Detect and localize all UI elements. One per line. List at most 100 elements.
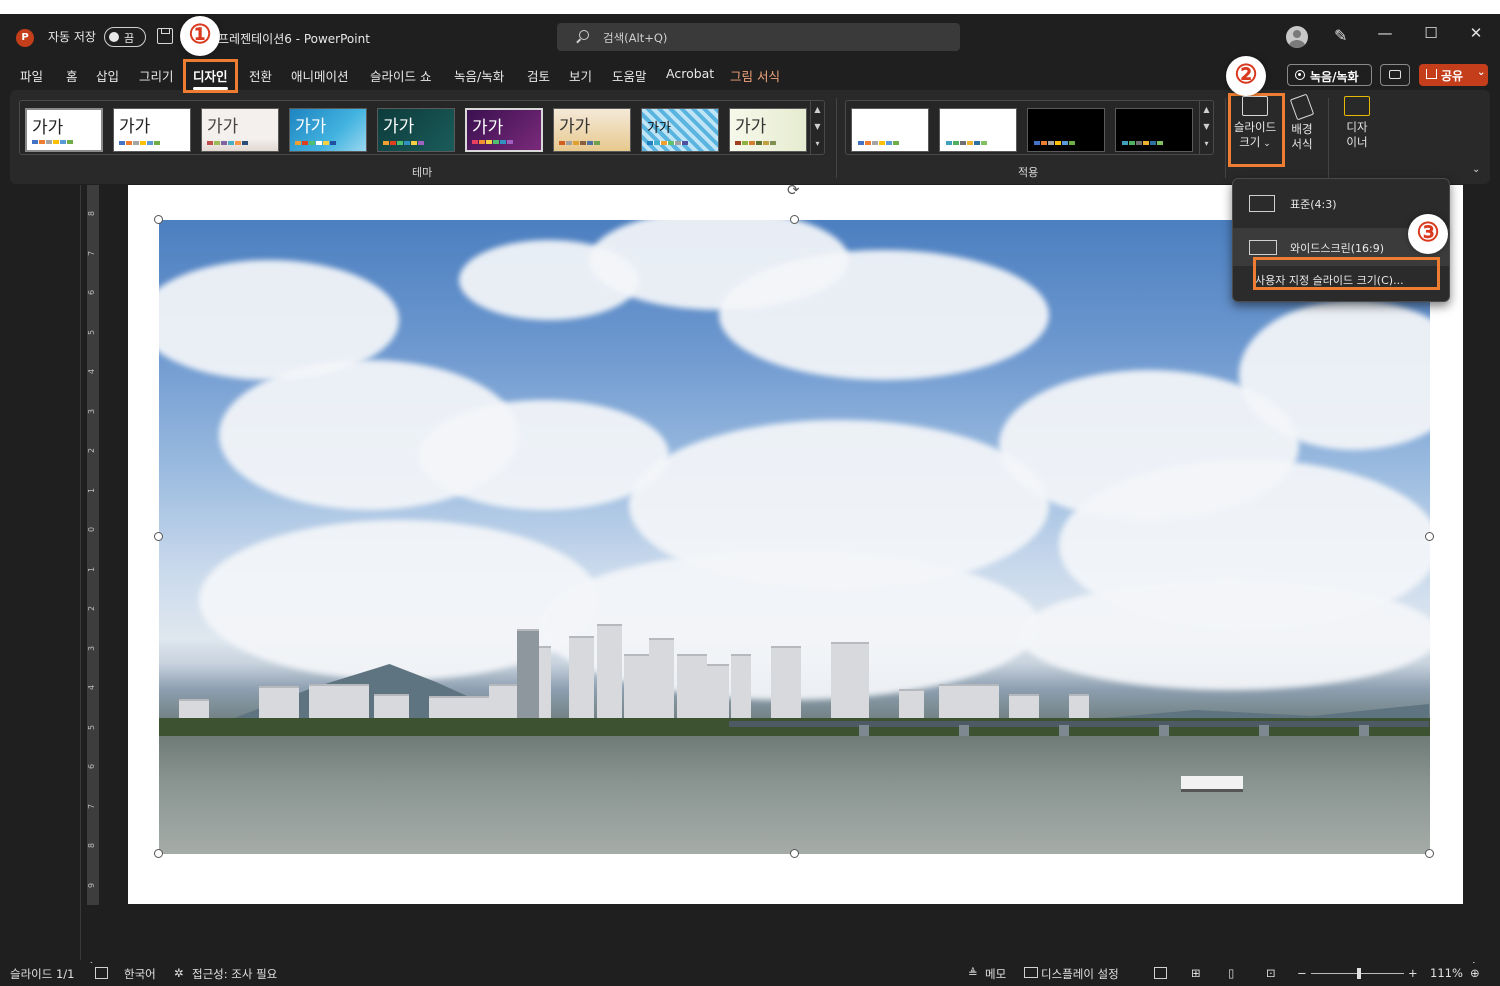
variant-2[interactable] [939,108,1017,152]
resize-handle-bottom-right[interactable] [1425,849,1434,858]
theme-color-bar [207,141,248,145]
city-river-photo[interactable] [159,220,1430,854]
designer-icon [1344,96,1370,116]
building [831,642,869,724]
minimize-button[interactable]: — [1373,24,1397,42]
theme-color-bar [559,141,600,145]
variant-1[interactable] [851,108,929,152]
language[interactable]: 한국어 [124,966,156,982]
ribbon-collapse-icon[interactable]: ⌄ [1472,164,1480,175]
gallery-more-icon[interactable]: ▾ [1200,135,1213,152]
ruler-number: 8 [87,842,97,849]
theme-office[interactable]: 가가 [25,108,103,152]
ruler-number: 9 [87,882,97,889]
variant-color-bar [858,141,899,145]
scroll-up-icon[interactable]: ▲ [811,101,824,118]
theme-color-bar [647,141,688,145]
slideshow-icon[interactable]: ⊡ [1266,966,1276,980]
building [569,636,594,724]
themes-gallery: 가가 가가 가가 가가 가가 가가 가가 가가 가가 ▲ ▼ ▾ [19,100,825,155]
zoom-in-button[interactable]: + [1408,966,1418,980]
scroll-up-icon[interactable]: ▲ [1200,101,1213,118]
share-button[interactable]: 공유 ⌄ [1419,64,1488,86]
comments-button[interactable] [1380,64,1410,86]
resize-handle-right[interactable] [1425,532,1434,541]
group-divider [1328,98,1329,178]
tab-review[interactable]: 검토 [527,66,550,85]
theme-sample-text: 가가 [295,117,327,137]
theme-slice[interactable]: 가가 [641,108,719,152]
theme-retrospect[interactable]: 가가 [553,108,631,152]
theme-facet[interactable]: 가가 [201,108,279,152]
ruler-number: 7 [87,250,97,257]
zoom-slider-thumb[interactable] [1357,968,1361,979]
notes-button[interactable]: 메모 [985,966,1006,982]
spelling-icon[interactable] [95,967,108,979]
theme-sample-text: 가가 [383,117,415,137]
building [517,629,539,724]
group-divider [836,98,837,178]
display-settings-button[interactable]: 디스플레이 설정 [1041,966,1119,982]
theme-ion-boardroom[interactable]: 가가 [377,108,455,152]
slide-sorter-icon[interactable]: ⊞ [1191,966,1201,980]
gallery-more-icon[interactable]: ▾ [811,135,824,152]
highlight-design-tab [183,59,238,93]
scroll-down-icon[interactable]: ▼ [811,118,824,135]
resize-handle-bottom[interactable] [790,849,799,858]
slide-count[interactable]: 슬라이드 1/1 [10,966,74,982]
tab-record[interactable]: 녹음/녹화 [454,66,504,85]
tab-insert[interactable]: 삽입 [96,66,119,85]
ruler-number: 2 [87,605,97,612]
variants-gallery-scroll[interactable]: ▲ ▼ ▾ [1199,101,1213,154]
theme-ion[interactable]: 가가 [289,108,367,152]
reading-view-icon[interactable]: ▯ [1228,966,1234,980]
tab-animations[interactable]: 애니메이션 [291,66,349,85]
accessibility-icon[interactable]: ✲ [174,966,184,980]
building [677,654,707,724]
maximize-button[interactable]: ☐ [1419,24,1443,42]
tab-view[interactable]: 보기 [569,66,592,85]
record-button[interactable]: 녹음/녹화 [1287,64,1372,86]
variant-3[interactable] [1027,108,1105,152]
tab-acrobat[interactable]: Acrobat [666,66,714,81]
themes-gallery-scroll[interactable]: ▲ ▼ ▾ [810,101,824,154]
pen-icon[interactable]: ✎ [1334,26,1347,45]
theme-office-2[interactable]: 가가 [113,108,191,152]
save-icon[interactable] [157,28,173,44]
accessibility-status[interactable]: 접근성: 조사 필요 [192,966,277,982]
designer-button[interactable]: 디자 이너 [1332,96,1382,158]
tab-transitions[interactable]: 전환 [249,66,272,85]
avatar[interactable] [1286,26,1308,48]
theme-color-bar [32,140,73,144]
tab-slideshow[interactable]: 슬라이드 쇼 [370,66,431,85]
close-button[interactable]: ✕ [1464,24,1488,42]
resize-handle-top[interactable] [790,215,799,224]
search-box[interactable]: 검색(Alt+Q) [557,23,960,51]
tab-file[interactable]: 파일 [20,66,43,85]
rotate-handle-icon[interactable]: ⟳ [787,181,800,199]
autosave-toggle[interactable]: 끔 [104,27,146,47]
fit-to-window-icon[interactable]: ⊕ [1470,966,1480,980]
format-background-label-2: 서식 [1291,137,1313,151]
tab-help[interactable]: 도움말 [612,66,647,85]
resize-handle-bottom-left[interactable] [154,849,163,858]
tab-draw[interactable]: 그리기 [139,66,174,85]
vertical-ruler: 8 7 6 5 4 3 2 1 0 1 2 3 4 5 6 7 8 9 [87,185,99,905]
resize-handle-top-left[interactable] [154,215,163,224]
display-settings-icon[interactable] [1024,967,1038,978]
tab-home[interactable]: 홈 [66,66,78,85]
variant-4[interactable] [1115,108,1193,152]
zoom-level[interactable]: 111% [1430,966,1463,980]
theme-organic[interactable]: 가가 [465,108,543,152]
toggle-knob [109,32,119,42]
theme-color-bar [735,141,776,145]
theme-wisp[interactable]: 가가 [729,108,807,152]
highlight-slide-size-button [1228,93,1285,167]
notes-icon[interactable]: ≜ [968,966,978,980]
share-label: 공유 [1441,69,1464,83]
zoom-out-button[interactable]: − [1297,966,1307,980]
normal-view-icon[interactable] [1154,967,1167,979]
tab-picture-format[interactable]: 그림 서식 [730,66,780,85]
resize-handle-left[interactable] [154,532,163,541]
scroll-down-icon[interactable]: ▼ [1200,118,1213,135]
